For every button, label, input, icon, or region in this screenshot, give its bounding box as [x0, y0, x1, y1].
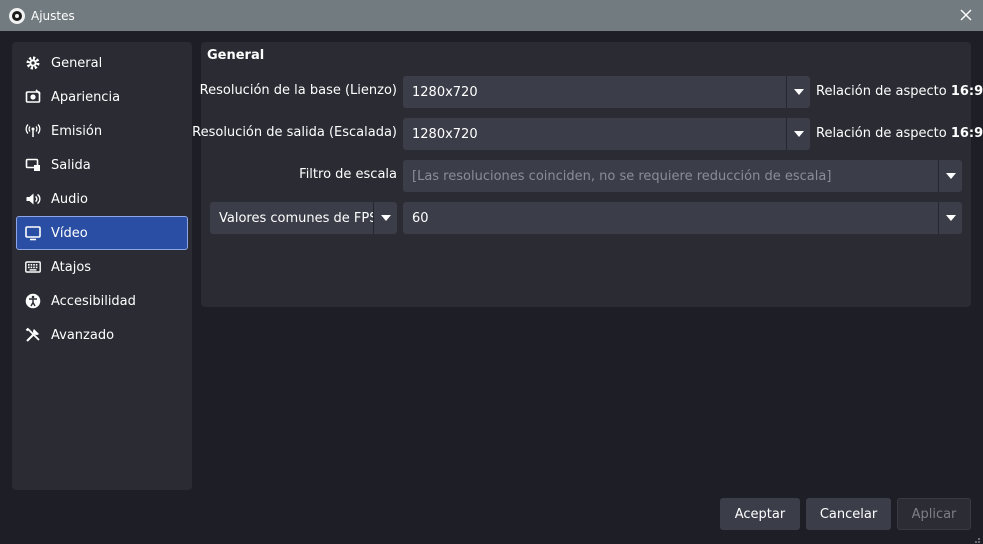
sidebar-item-video[interactable]: Vídeo — [16, 216, 188, 250]
fps-value: 60 — [412, 210, 429, 226]
section-title: General — [207, 48, 265, 63]
resize-grip-icon[interactable] — [971, 532, 981, 543]
video-general-panel: General Resolución de la base (Lienzo) 1… — [192, 42, 983, 307]
appearance-icon — [24, 88, 42, 106]
sidebar-item-atajos[interactable]: Atajos — [16, 250, 188, 284]
chevron-down-icon[interactable] — [938, 160, 962, 192]
gear-icon — [24, 54, 42, 72]
output-resolution-value: 1280x720 — [412, 126, 478, 142]
sidebar-item-label: Emisión — [51, 123, 103, 139]
sidebar-item-label: Apariencia — [51, 89, 121, 105]
speaker-icon — [24, 190, 42, 208]
aspect-ratio-value: 16:9 — [950, 84, 983, 99]
aspect-ratio-label: Relación de aspecto — [816, 126, 947, 141]
title-bar: Ajustes — [0, 0, 983, 31]
sidebar-item-salida[interactable]: Salida — [16, 148, 188, 182]
chevron-down-icon[interactable] — [938, 202, 962, 234]
close-icon[interactable] — [958, 7, 974, 23]
fps-type-combo[interactable]: Valores comunes de FPS — [210, 202, 397, 234]
broadcast-icon — [24, 122, 42, 140]
output-icon — [24, 156, 42, 174]
output-resolution-label: Resolución de salida (Escalada) — [192, 125, 397, 140]
fps-type-value: Valores comunes de FPS — [219, 210, 373, 226]
sidebar-item-label: Salida — [51, 157, 91, 173]
accept-button[interactable]: Aceptar — [720, 498, 800, 530]
aspect-ratio-label: Relación de aspecto — [816, 84, 947, 99]
sidebar-item-accesibilidad[interactable]: Accesibilidad — [16, 284, 188, 318]
scale-filter-value: [Las resoluciones coinciden, no se requi… — [412, 168, 832, 184]
base-resolution-value: 1280x720 — [412, 84, 478, 100]
output-aspect-ratio: Relación de aspecto 16:9 — [816, 126, 983, 141]
chevron-down-icon[interactable] — [373, 202, 397, 234]
sidebar-item-audio[interactable]: Audio — [16, 182, 188, 216]
sidebar-item-label: Accesibilidad — [51, 293, 136, 309]
cancel-button[interactable]: Cancelar — [806, 498, 891, 530]
scale-filter-label: Filtro de escala — [299, 167, 397, 182]
base-resolution-combo[interactable]: 1280x720 — [403, 76, 810, 108]
chevron-down-icon[interactable] — [786, 76, 810, 108]
base-resolution-label: Resolución de la base (Lienzo) — [199, 83, 397, 98]
base-aspect-ratio: Relación de aspecto 16:9 — [816, 84, 983, 99]
sidebar-item-general[interactable]: General — [16, 46, 188, 80]
aspect-ratio-value: 16:9 — [950, 126, 983, 141]
scale-filter-combo[interactable]: [Las resoluciones coinciden, no se requi… — [403, 160, 962, 192]
sidebar-item-emision[interactable]: Emisión — [16, 114, 188, 148]
apply-button[interactable]: Aplicar — [897, 498, 971, 530]
monitor-icon — [24, 224, 42, 242]
chevron-down-icon[interactable] — [786, 118, 810, 150]
tools-icon — [24, 326, 42, 344]
fps-value-combo[interactable]: 60 — [403, 202, 962, 234]
sidebar-item-avanzado[interactable]: Avanzado — [16, 318, 188, 352]
obs-logo-icon — [9, 7, 25, 24]
sidebar-item-label: Atajos — [51, 259, 92, 275]
keyboard-icon — [24, 258, 42, 276]
accessibility-icon — [24, 292, 42, 310]
sidebar-item-label: General — [51, 55, 103, 71]
settings-sidebar: General Apariencia Emisión Salida Audio … — [12, 42, 192, 490]
output-resolution-combo[interactable]: 1280x720 — [403, 118, 810, 150]
window-title: Ajustes — [31, 8, 75, 23]
sidebar-item-label: Audio — [51, 191, 88, 207]
sidebar-item-label: Avanzado — [51, 327, 115, 343]
sidebar-item-label: Vídeo — [51, 225, 88, 241]
sidebar-item-apariencia[interactable]: Apariencia — [16, 80, 188, 114]
